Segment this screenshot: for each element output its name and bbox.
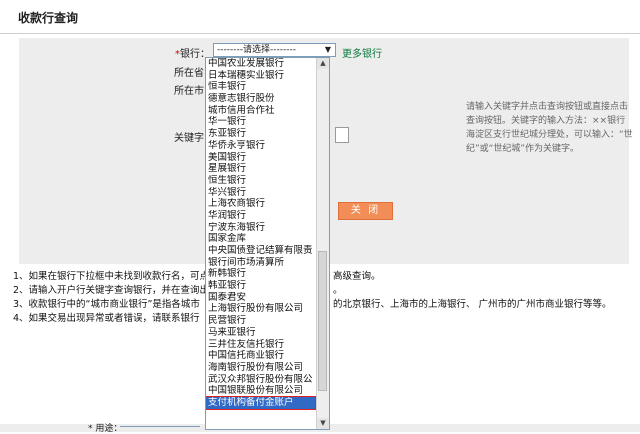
bank-option[interactable]: 城市信用合作社 (206, 105, 315, 117)
bank-option[interactable]: 上海农商银行 (206, 198, 315, 210)
note-text: 1、如果在银行下拉框中未找到收款行名，可点 (13, 271, 210, 282)
bank-option[interactable]: 中国银联股份有限公司 (206, 385, 315, 397)
keyword-input[interactable] (335, 127, 349, 143)
note-text: 4、如果交易出现异常或者错误，请联系银行 (13, 313, 200, 324)
bank-options: 中国农业发展银行 日本瑞穗实业银行 恒丰银行 德意志银行股份 城市信用合作社 华一银行 东亚… (206, 58, 316, 429)
bank-option[interactable]: 德意志银行股份 (206, 93, 315, 105)
note-text-tail: 。 (333, 285, 343, 296)
bank-option[interactable]: 中央国债登记结算有限责 (206, 245, 315, 257)
note-text-tail: 的北京银行、上海市的上海银行、 广州市的广州市商业银行等等。 (333, 299, 612, 310)
bank-option[interactable]: 海南银行股份有限公司 (206, 362, 315, 374)
bank-option[interactable]: 国家金库 (206, 233, 315, 245)
bank-select-value: --------请选择-------- (217, 45, 296, 55)
bank-option[interactable]: 华润银行 (206, 210, 315, 222)
bank-option[interactable]: 新韩银行 (206, 268, 315, 280)
bank-option[interactable]: 上海银行股份有限公司 (206, 303, 315, 315)
note-text-tail: 高级查询。 (333, 271, 381, 282)
note-text: 2、请输入开户行关键字查询银行，并在查询出 (13, 285, 210, 296)
bank-dropdown-list[interactable]: 中国农业发展银行 日本瑞穗实业银行 恒丰银行 德意志银行股份 城市信用合作社 华一银行 东亚… (205, 57, 330, 430)
bank-option[interactable]: 恒生银行 (206, 175, 315, 187)
bank-option[interactable]: 中国农业发展银行 (206, 58, 315, 70)
note-text: 3、收款银行中的“城市商业银行”是指各城市 (13, 299, 200, 310)
dropdown-scrollbar[interactable]: ▲ ▼ (316, 58, 329, 429)
bank-option[interactable]: 华一银行 (206, 116, 315, 128)
chevron-down-icon[interactable]: ▼ (322, 44, 334, 56)
scroll-up-icon[interactable]: ▲ (317, 58, 329, 69)
bank-option[interactable]: 美国银行 (206, 152, 315, 164)
bank-option[interactable]: 武汉众邦银行股份有限公 (206, 374, 315, 386)
bank-option[interactable]: 国泰君安 (206, 292, 315, 304)
bank-option[interactable]: 中国信托商业银行 (206, 350, 315, 362)
bank-option[interactable]: 三井住友信托银行 (206, 339, 315, 351)
bank-option[interactable]: 宁波东海银行 (206, 222, 315, 234)
close-button[interactable]: 关 闭 (338, 202, 393, 220)
bank-option[interactable]: 韩亚银行 (206, 280, 315, 292)
bank-option[interactable]: 星展银行 (206, 163, 315, 175)
bank-option[interactable]: 民营银行 (206, 315, 315, 327)
bank-option[interactable]: 马来亚银行 (206, 327, 315, 339)
bank-option[interactable]: 支付机构备付金账户 (206, 395, 316, 410)
usage-label: * 用途： (88, 424, 123, 434)
keyword-hint: 请输入关键字并点击查询按钮或直接点击查询按钮。关键字的输入方法：××银行海淀区支… (466, 102, 633, 154)
page-header: 收款行查询 (0, 0, 640, 34)
usage-select[interactable] (120, 426, 200, 427)
bank-option[interactable]: 华兴银行 (206, 187, 315, 199)
bank-option[interactable]: 银行间市场清算所 (206, 257, 315, 269)
scroll-down-icon[interactable]: ▼ (317, 418, 329, 429)
scrollbar-thumb[interactable] (318, 251, 327, 391)
bank-option[interactable]: 东亚银行 (206, 128, 315, 140)
bank-option[interactable]: 恒丰银行 (206, 81, 315, 93)
page-title: 收款行查询 (18, 11, 79, 25)
bank-select[interactable]: --------请选择-------- ▼ (213, 43, 336, 57)
bank-option[interactable]: 华侨永亨银行 (206, 140, 315, 152)
more-banks-link[interactable]: 更多银行 (342, 45, 382, 60)
bank-option[interactable]: 日本瑞穗实业银行 (206, 70, 315, 82)
